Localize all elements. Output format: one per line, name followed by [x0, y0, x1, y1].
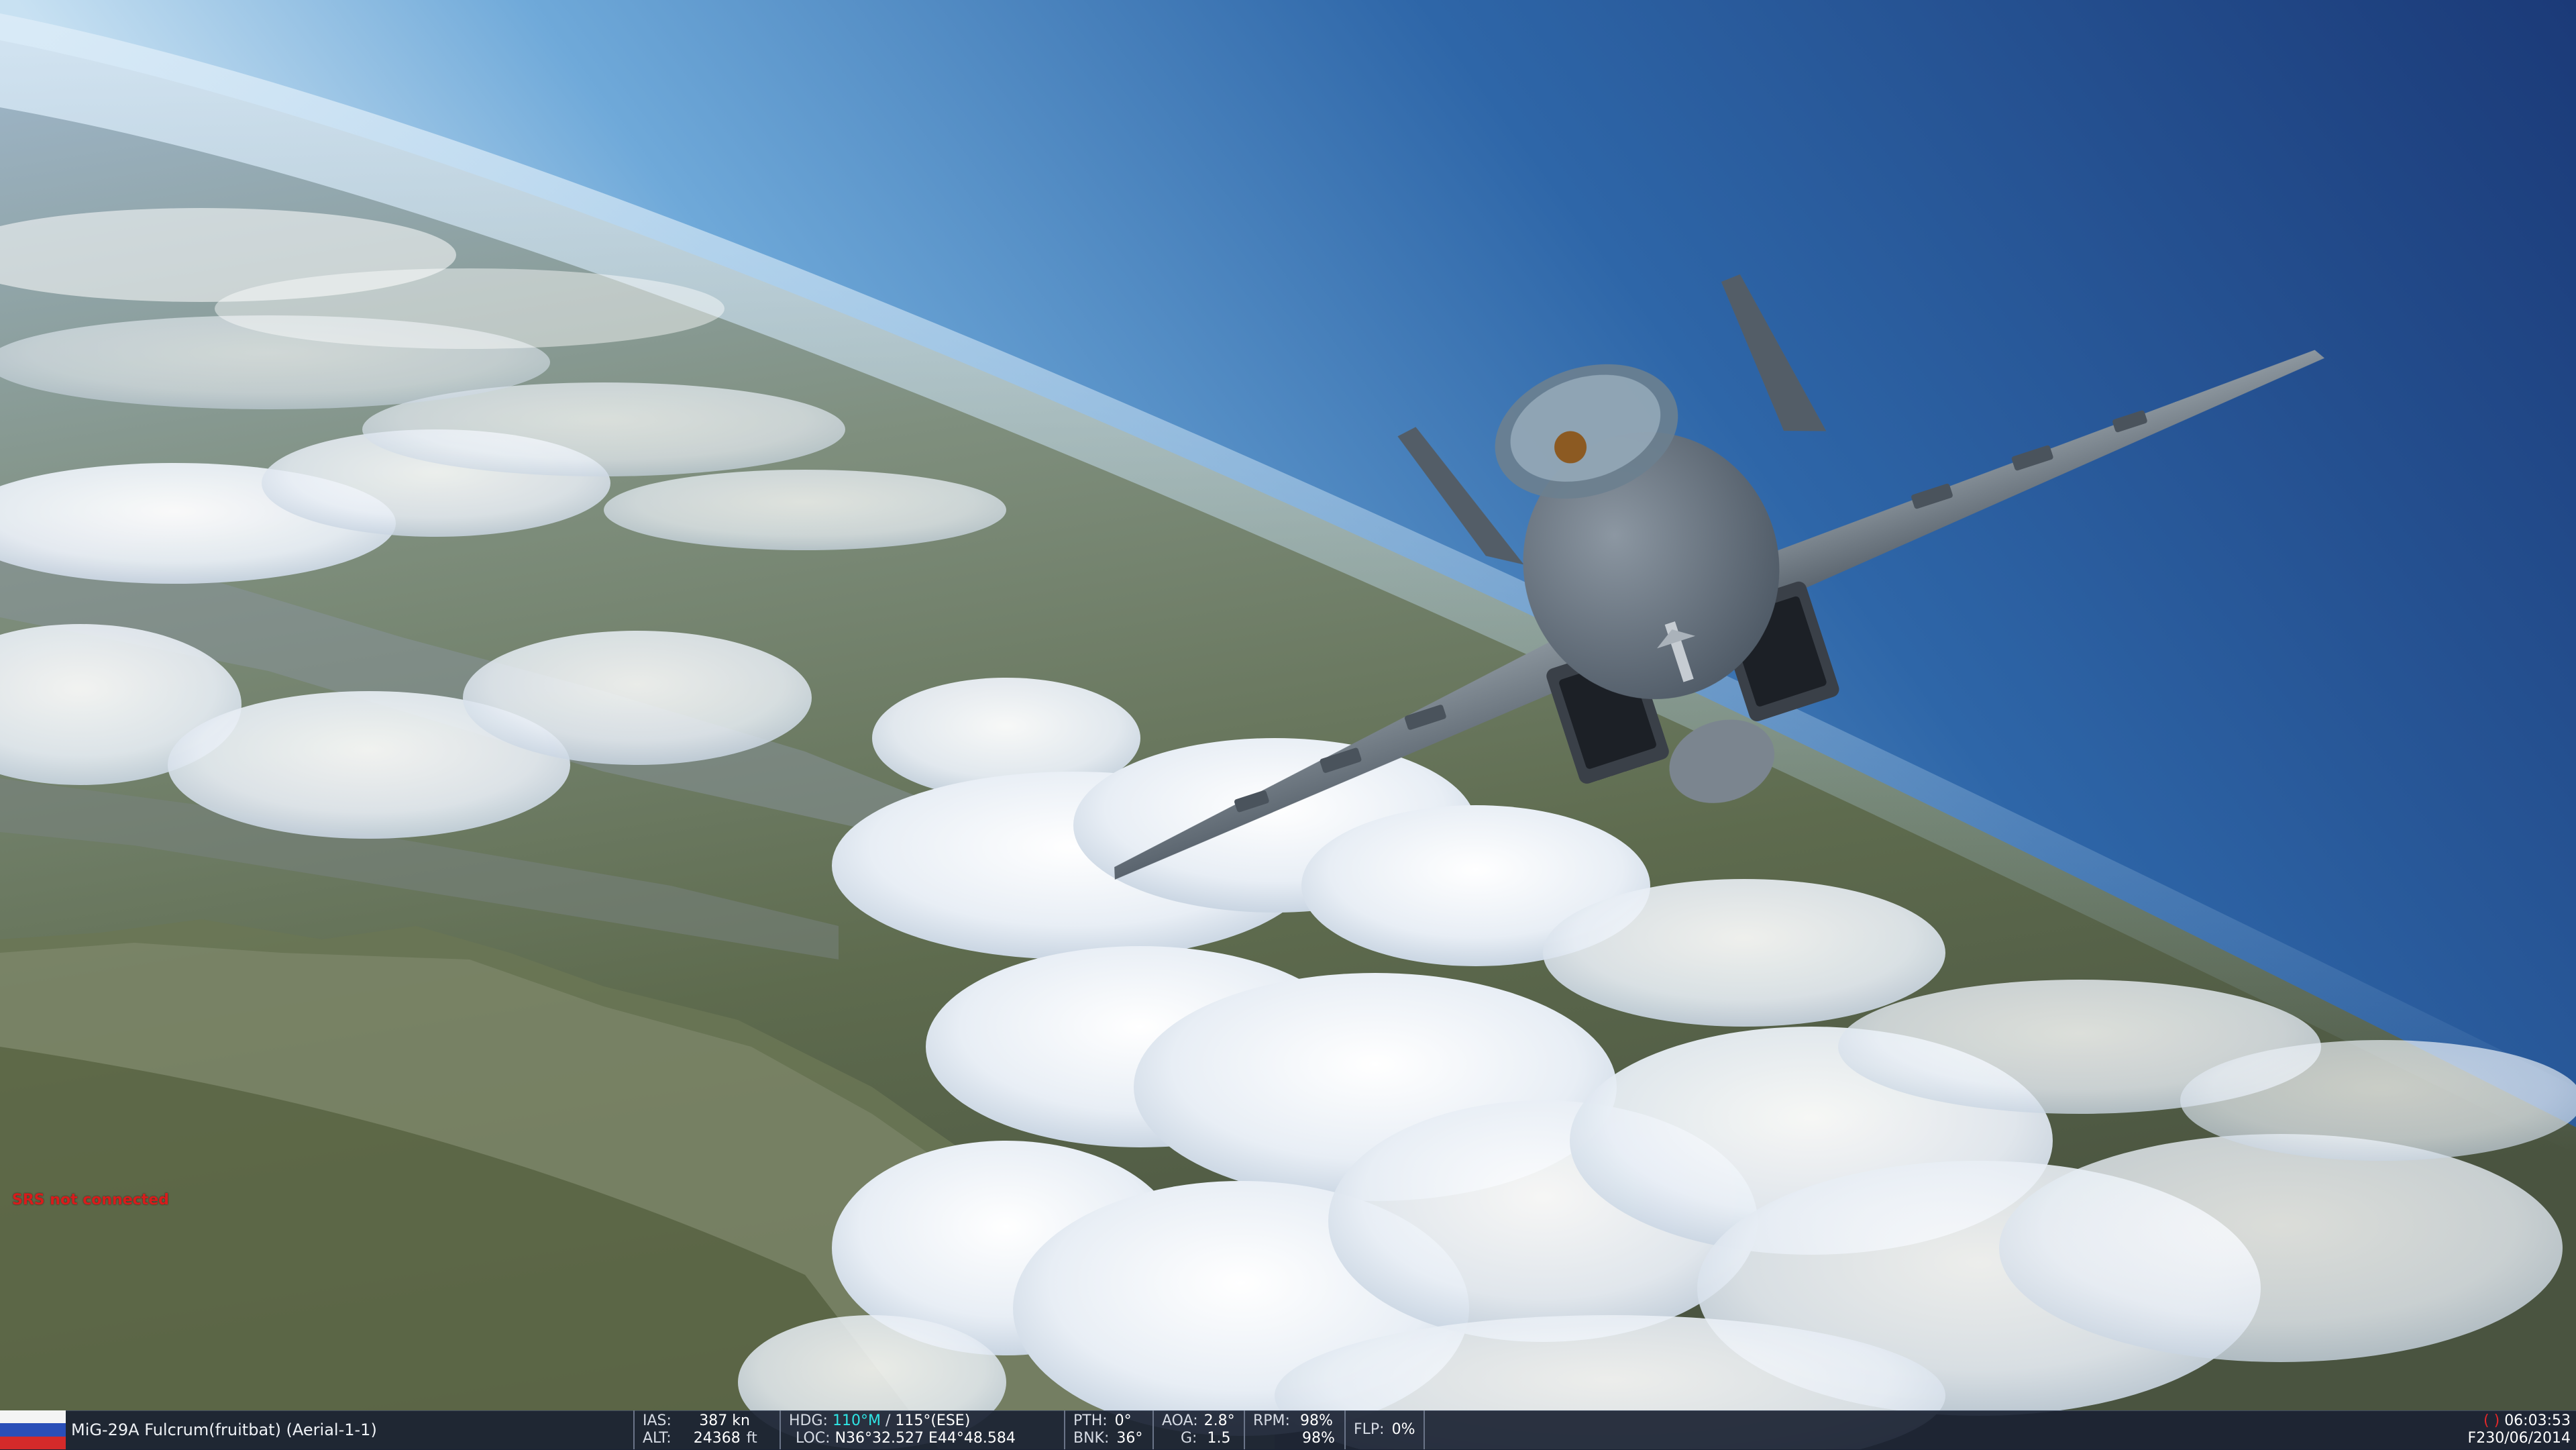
aoa-label: AOA:: [1162, 1412, 1198, 1429]
hdg-magnetic-value: 110°M: [832, 1412, 881, 1429]
alt-unit: ft: [746, 1430, 757, 1447]
russia-flag-icon: [0, 1410, 66, 1449]
rpm-label: RPM:: [1253, 1412, 1290, 1429]
mission-time: 06:03:53: [2504, 1412, 2571, 1429]
alt-value: 24368: [693, 1430, 741, 1447]
g-value: 1.5: [1207, 1430, 1231, 1447]
mission-date: F230/06/2014: [2467, 1430, 2571, 1447]
flp-cell: FLP: 0%: [1344, 1410, 1425, 1449]
rpm-value-left: 98%: [1299, 1412, 1333, 1429]
time-bracket: ( ): [2483, 1412, 2500, 1429]
bnk-value: 36°: [1116, 1430, 1143, 1447]
time-date-cell: ( ) 06:03:53 F230/06/2014: [2468, 1410, 2571, 1447]
ias-alt-cell: IAS: 387 kn ALT: 24368 ft: [633, 1410, 767, 1449]
aoa-g-cell: AOA: 2.8° G: 1.5: [1152, 1410, 1242, 1449]
loc-value: N36°32.527 E44°48.584: [835, 1430, 1016, 1447]
bnk-label: BNK:: [1073, 1430, 1110, 1447]
flp-value: 0%: [1391, 1421, 1415, 1438]
alt-label: ALT:: [643, 1430, 672, 1447]
hdg-true-value: 115°(ESE): [895, 1412, 971, 1429]
unit-name: MiG-29A Fulcrum(fruitbat) (Aerial-1-1): [71, 1420, 377, 1439]
pth-label: PTH:: [1073, 1412, 1108, 1429]
ias-value: 387 kn: [699, 1412, 750, 1429]
pth-value: 0°: [1114, 1412, 1132, 1429]
flp-label: FLP:: [1354, 1421, 1385, 1438]
loc-label: LOC:: [796, 1430, 830, 1447]
game-viewport: [0, 0, 2576, 1449]
aoa-value: 2.8°: [1203, 1412, 1235, 1429]
pth-bnk-cell: PTH: 0° BNK: 36°: [1064, 1410, 1151, 1449]
hdg-label: HDG:: [789, 1412, 828, 1429]
g-label: G:: [1181, 1430, 1197, 1447]
rpm-value-right: 98%: [1302, 1430, 1335, 1447]
rpm-cell: RPM: 98% 98%: [1244, 1410, 1342, 1449]
srs-status-text: SRS not connected: [12, 1192, 169, 1208]
ias-label: IAS:: [643, 1412, 672, 1429]
hdg-loc-cell: HDG: 110°M / 115°(ESE) LOC: N36°32.527 E…: [780, 1410, 1061, 1449]
